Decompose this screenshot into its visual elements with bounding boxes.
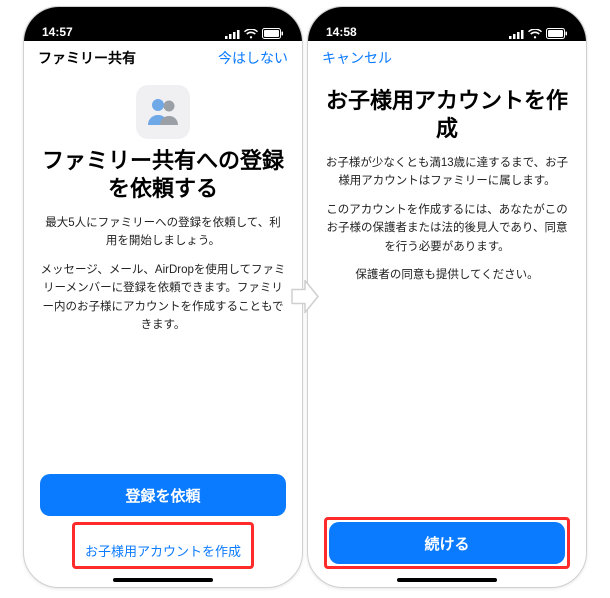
family-silhouette-icon (136, 85, 190, 139)
paragraph-1: 最大5人にファミリーへの登録を依頼して、利用を開始しましょう。 (40, 214, 286, 251)
page-heading: ファミリー共有への登録を依頼する (40, 147, 286, 202)
battery-icon (546, 28, 568, 39)
content-area: お子様用アカウントを作成 お子様が少なくとも満13歳に達するまで、お子様用アカウ… (308, 75, 586, 517)
nav-cancel-button[interactable]: キャンセル (322, 48, 402, 68)
cellular-signal-icon (509, 29, 524, 39)
status-indicators (509, 28, 568, 39)
nav-bar: ファミリー共有 今はしない (24, 41, 302, 75)
page-heading: お子様用アカウントを作成 (324, 87, 570, 142)
content-area: ファミリー共有への登録を依頼する 最大5人にファミリーへの登録を依頼して、利用を… (24, 75, 302, 474)
invite-button[interactable]: 登録を依頼 (40, 474, 286, 516)
home-indicator (113, 578, 213, 582)
continue-button[interactable]: 続ける (329, 522, 565, 564)
phone-right: 14:58 キャンセル お子様用アカウントを作成 お子様が少なくとも満13歳に達… (307, 6, 587, 588)
bottom-actions: 続ける (308, 517, 586, 587)
home-indicator (397, 578, 497, 582)
paragraph-1: お子様が少なくとも満13歳に達するまで、お子様用アカウントはファミリーに属します… (324, 154, 570, 191)
arrow-right-icon (290, 279, 320, 320)
highlight-box: 続ける (324, 517, 570, 569)
phone-left: 14:57 ファミリー共有 今はしない ファミリー共有への登録を依頼する (23, 6, 303, 588)
nav-skip-button[interactable]: 今はしない (208, 48, 288, 68)
paragraph-2: メッセージ、メール、AirDropを使用してファミリーメンバーに登録を依頼できま… (40, 261, 286, 335)
create-child-account-button[interactable]: お子様用アカウントを作成 (77, 537, 249, 564)
highlight-box: お子様用アカウントを作成 (72, 522, 254, 569)
nav-bar: キャンセル (308, 41, 586, 75)
status-time: 14:58 (326, 25, 357, 39)
paragraph-3: 保護者の同意も提供してください。 (355, 266, 538, 284)
bottom-actions: 登録を依頼 お子様用アカウントを作成 (24, 474, 302, 587)
notch (103, 7, 223, 29)
paragraph-2: このアカウントを作成するには、あなたがこのお子様の保護者または法的後見人であり、… (324, 201, 570, 256)
nav-title: ファミリー共有 (38, 48, 136, 68)
wifi-icon (528, 29, 542, 39)
status-time: 14:57 (42, 25, 73, 39)
cellular-signal-icon (225, 29, 240, 39)
status-indicators (225, 28, 284, 39)
notch (387, 7, 507, 29)
wifi-icon (244, 29, 258, 39)
battery-icon (262, 28, 284, 39)
